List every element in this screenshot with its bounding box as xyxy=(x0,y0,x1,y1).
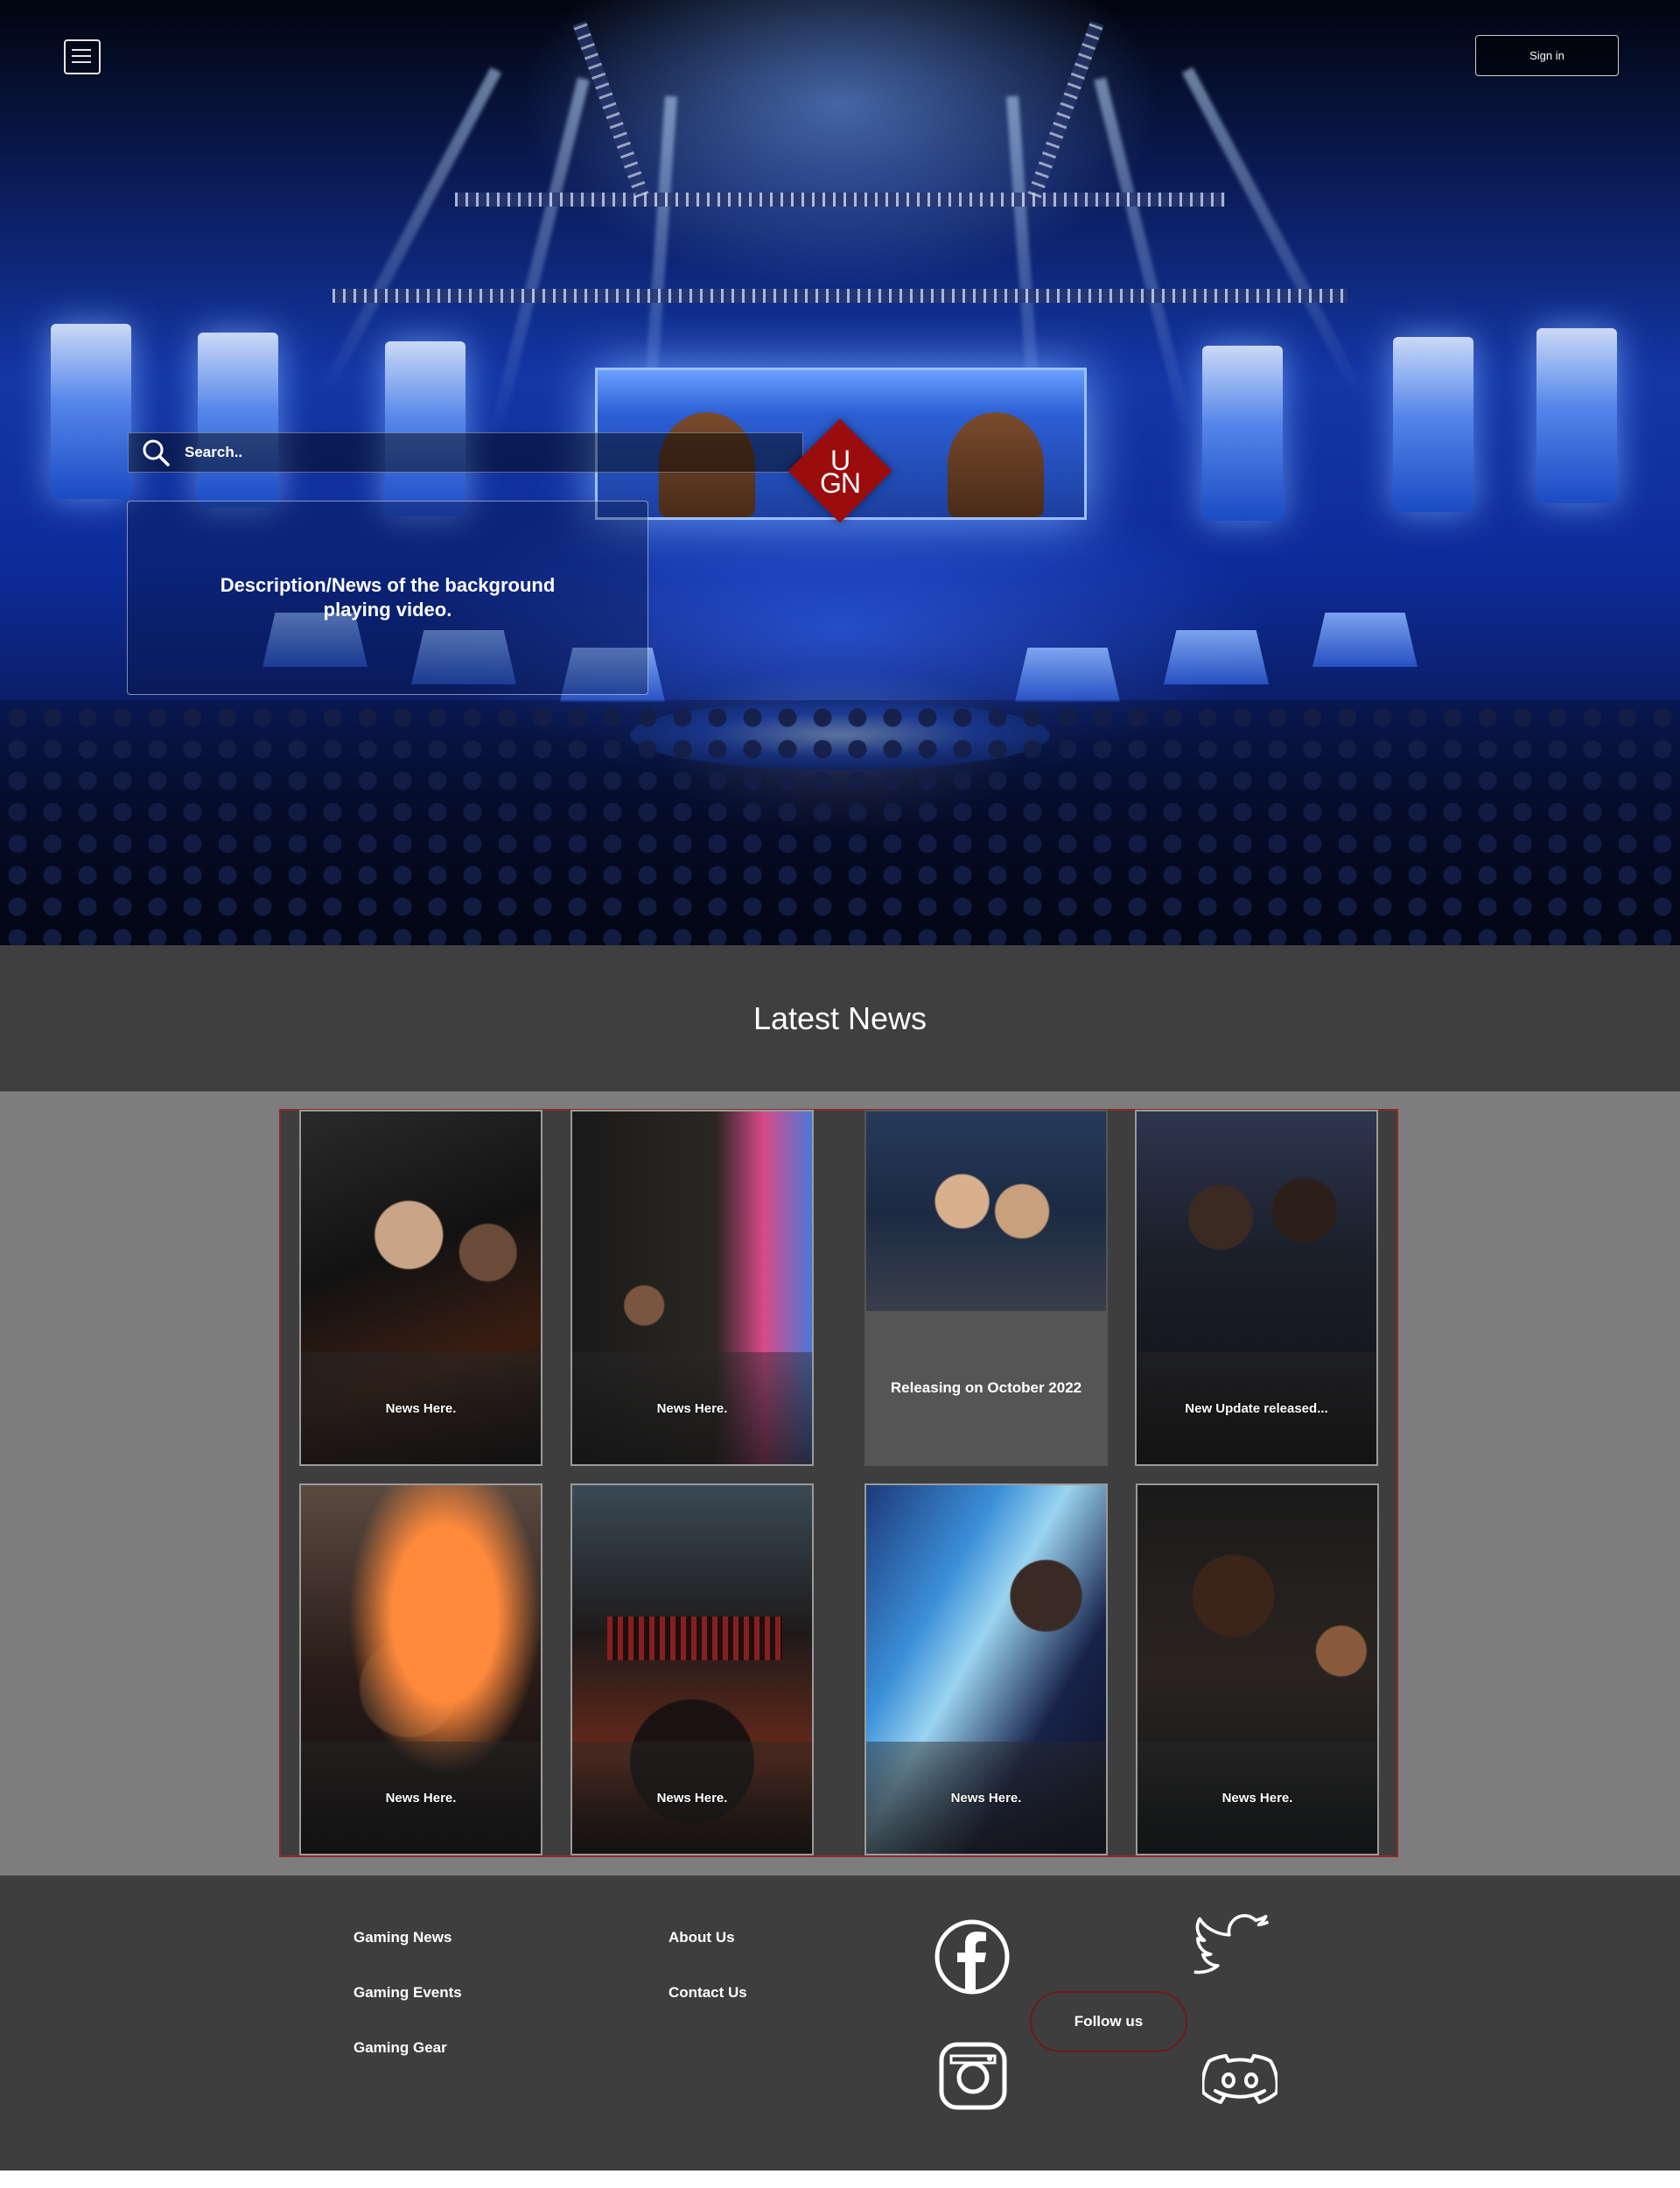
hero-description-text: Description/News of the background playi… xyxy=(220,574,556,621)
follow-us-button[interactable]: Follow us xyxy=(1030,1991,1187,2052)
site-logo-text[interactable]: U GN xyxy=(803,432,877,511)
news-card[interactable]: News Here. xyxy=(299,1483,542,1855)
search-icon[interactable] xyxy=(141,438,171,467)
footer-link-contact-us[interactable]: Contact Us xyxy=(668,1984,747,2002)
facebook-icon[interactable] xyxy=(934,1918,1011,1995)
player-desk xyxy=(1015,648,1120,702)
lighting-truss xyxy=(1027,20,1104,199)
news-card-caption: News Here. xyxy=(572,1742,812,1854)
hamburger-menu-icon[interactable] xyxy=(64,39,101,74)
latest-news-title: Latest News xyxy=(752,999,928,1036)
player-desk xyxy=(1312,613,1418,667)
discord-icon[interactable] xyxy=(1202,2051,1278,2108)
hanging-banner xyxy=(1202,346,1283,521)
news-card-caption: News Here. xyxy=(866,1742,1106,1854)
hanging-banner xyxy=(51,324,131,499)
latest-news-header: Latest News xyxy=(0,945,1680,1091)
news-card-image xyxy=(866,1112,1106,1311)
page-bottom-strip xyxy=(0,2170,1680,2188)
hero-description-box: Description/News of the background playi… xyxy=(127,501,648,695)
news-card-caption: Releasing on October 2022 xyxy=(890,1378,1082,1396)
footer-link-about-us[interactable]: About Us xyxy=(668,1929,735,1946)
stage-light-beam xyxy=(1094,77,1195,438)
audience-crowd xyxy=(0,700,1680,945)
news-card-caption: News Here. xyxy=(572,1352,812,1464)
news-card[interactable]: New Update released... xyxy=(1135,1110,1378,1466)
news-card[interactable]: News Here. xyxy=(864,1483,1108,1855)
hanging-banner xyxy=(198,333,278,508)
hanging-banner xyxy=(385,341,466,516)
news-card-caption: News Here. xyxy=(301,1352,541,1464)
player-desk xyxy=(1164,630,1269,684)
hanging-banner xyxy=(1536,328,1617,503)
news-card[interactable]: News Here. xyxy=(299,1110,542,1466)
search-input[interactable] xyxy=(183,443,711,462)
lighting-truss xyxy=(572,20,649,199)
news-card-caption: News Here. xyxy=(1138,1742,1377,1854)
footer-link-gaming-gear[interactable]: Gaming Gear xyxy=(354,2039,447,2057)
search-bar[interactable] xyxy=(128,432,803,473)
player-face xyxy=(948,412,1044,517)
footer-link-gaming-events[interactable]: Gaming Events xyxy=(354,1984,462,2002)
signin-button[interactable]: Sign in xyxy=(1475,35,1619,76)
news-card[interactable]: Releasing on October 2022 xyxy=(864,1110,1108,1466)
news-card-caption: New Update released... xyxy=(1137,1352,1376,1464)
footer-link-gaming-news[interactable]: Gaming News xyxy=(354,1929,452,1946)
logo-letter-bottom: GN xyxy=(820,467,861,499)
news-card[interactable]: News Here. xyxy=(570,1110,814,1466)
news-card-caption: News Here. xyxy=(301,1742,541,1854)
stage-light-beam xyxy=(488,77,590,438)
footer xyxy=(0,1876,1680,2170)
news-card[interactable]: News Here. xyxy=(1136,1483,1379,1855)
lighting-truss xyxy=(332,289,1348,303)
instagram-icon[interactable] xyxy=(939,2042,1007,2110)
hanging-banner xyxy=(1393,337,1474,512)
lighting-truss xyxy=(455,193,1225,207)
twitter-icon[interactable] xyxy=(1194,1911,1274,1981)
news-card[interactable]: News Here. xyxy=(570,1483,814,1855)
